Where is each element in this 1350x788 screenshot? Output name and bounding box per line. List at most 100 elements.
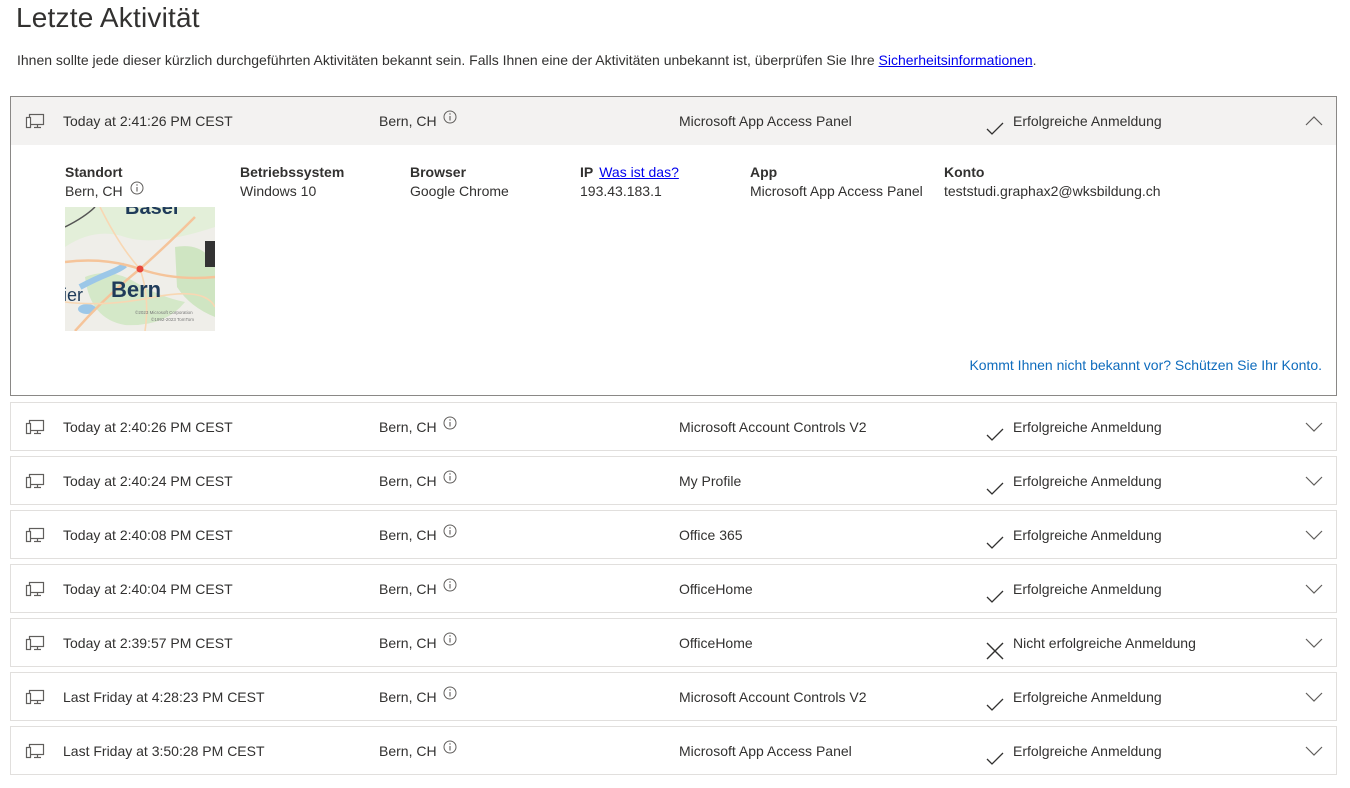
- detail-browser: Browser Google Chrome: [410, 164, 509, 199]
- checkmark-icon: [985, 740, 1005, 766]
- activity-row[interactable]: Today at 2:40:26 PM CEST Bern, CH Microsof…: [11, 403, 1336, 451]
- chevron-down-icon[interactable]: [1305, 457, 1323, 505]
- checkmark-icon: [985, 416, 1005, 442]
- svg-text:Bern: Bern: [111, 277, 161, 302]
- activity-status: Erfolgreiche Anmeldung: [985, 97, 1162, 145]
- checkmark-icon: [985, 524, 1005, 550]
- page-title: Letzte Aktivität: [16, 2, 200, 33]
- svg-text:©2023 Microsoft Corporation: ©2023 Microsoft Corporation: [135, 309, 193, 315]
- info-icon[interactable]: [443, 671, 457, 719]
- computer-icon: [25, 673, 45, 721]
- activity-status: Erfolgreiche Anmeldung: [985, 403, 1162, 451]
- activity-row-header[interactable]: Today at 2:41:26 PM CEST Bern, CH Micros…: [11, 97, 1336, 145]
- activity-card: Today at 2:40:26 PM CEST Bern, CH Microsof…: [10, 402, 1337, 451]
- chevron-down-icon[interactable]: [1305, 727, 1323, 775]
- activity-time: Today at 2:41:26 PM CEST: [63, 113, 233, 129]
- activity-app: My Profile: [679, 473, 742, 489]
- activity-location: Bern, CH: [379, 727, 457, 775]
- activity-row[interactable]: Today at 2:40:24 PM CEST Bern, CH My Profi…: [11, 457, 1336, 505]
- activity-row[interactable]: Today at 2:40:04 PM CEST Bern, CH OfficeHo…: [11, 565, 1336, 613]
- computer-icon: [25, 565, 45, 613]
- info-icon[interactable]: [443, 95, 457, 143]
- security-info-link[interactable]: Sicherheitsinformationen: [879, 52, 1033, 68]
- activity-time: Last Friday at 3:50:28 PM CEST: [63, 743, 265, 759]
- activity-card: Last Friday at 4:28:23 PM CEST Bern, CH Mi…: [10, 672, 1337, 721]
- info-icon[interactable]: [443, 401, 457, 449]
- info-icon[interactable]: [443, 455, 457, 503]
- checkmark-icon: [985, 110, 1005, 136]
- ip-help-link[interactable]: Was ist das?: [599, 164, 679, 180]
- activity-location: Bern, CH: [379, 619, 457, 667]
- computer-icon: [25, 727, 45, 775]
- activity-card: Today at 2:40:08 PM CEST Bern, CH Office 3…: [10, 510, 1337, 559]
- activity-status: Nicht erfolgreiche Anmeldung: [985, 619, 1196, 667]
- computer-icon: [25, 619, 45, 667]
- activity-row[interactable]: Today at 2:40:08 PM CEST Bern, CH Office 3…: [11, 511, 1336, 559]
- svg-text:lier: lier: [65, 285, 83, 305]
- activity-card: Last Friday at 3:50:28 PM CEST Bern, CH Mi…: [10, 726, 1337, 775]
- activity-row[interactable]: Today at 2:39:57 PM CEST Bern, CH OfficeHo…: [11, 619, 1336, 667]
- computer-icon: [25, 403, 45, 451]
- activity-card: Today at 2:40:04 PM CEST Bern, CH OfficeHo…: [10, 564, 1337, 613]
- detail-os: Betriebssystem Windows 10: [240, 164, 345, 199]
- activity-location: Bern, CH: [379, 673, 457, 721]
- info-icon[interactable]: [443, 563, 457, 611]
- cross-icon: [985, 632, 1005, 660]
- svg-text:©1992-2023 TomTom: ©1992-2023 TomTom: [151, 316, 194, 322]
- activity-card: Today at 2:40:24 PM CEST Bern, CH My Profi…: [10, 456, 1337, 505]
- activity-card: Today at 2:39:57 PM CEST Bern, CH OfficeHo…: [10, 618, 1337, 667]
- chevron-down-icon[interactable]: [1305, 403, 1323, 451]
- info-icon[interactable]: [130, 181, 144, 200]
- activity-app: OfficeHome: [679, 581, 753, 597]
- activity-time: Today at 2:40:24 PM CEST: [63, 473, 233, 489]
- activity-time: Last Friday at 4:28:23 PM CEST: [63, 689, 265, 705]
- activity-time: Today at 2:40:26 PM CEST: [63, 419, 233, 435]
- activity-app: Microsoft App Access Panel: [679, 113, 852, 129]
- detail-konto: Konto teststudi.graphax2@wksbildung.ch: [944, 164, 1161, 199]
- activity-details: Standort Bern, CH Betriebssystem Windows…: [11, 145, 1336, 395]
- activity-location: Bern, CH: [379, 97, 457, 145]
- chevron-down-icon[interactable]: [1305, 565, 1323, 613]
- computer-icon: [25, 97, 45, 145]
- activity-status: Erfolgreiche Anmeldung: [985, 727, 1162, 775]
- activity-location: Bern, CH: [379, 511, 457, 559]
- activity-row[interactable]: Last Friday at 4:28:23 PM CEST Bern, CH Mi…: [11, 673, 1336, 721]
- checkmark-icon: [985, 470, 1005, 496]
- computer-icon: [25, 457, 45, 505]
- activity-location: Bern, CH: [379, 403, 457, 451]
- activity-status: Erfolgreiche Anmeldung: [985, 511, 1162, 559]
- chevron-up-icon[interactable]: [1305, 97, 1323, 145]
- activity-card-expanded: Today at 2:41:26 PM CEST Bern, CH Micros…: [10, 96, 1337, 396]
- activity-status: Erfolgreiche Anmeldung: [985, 565, 1162, 613]
- info-icon[interactable]: [443, 725, 457, 773]
- activity-status: Erfolgreiche Anmeldung: [985, 457, 1162, 505]
- svg-text:Basel: Basel: [125, 207, 178, 219]
- activity-location: Bern, CH: [379, 457, 457, 505]
- info-icon[interactable]: [443, 509, 457, 557]
- chevron-down-icon[interactable]: [1305, 619, 1323, 667]
- info-icon[interactable]: [443, 617, 457, 665]
- activity-time: Today at 2:40:08 PM CEST: [63, 527, 233, 543]
- activity-status: Erfolgreiche Anmeldung: [985, 673, 1162, 721]
- activity-app: Microsoft Account Controls V2: [679, 419, 867, 435]
- activity-time: Today at 2:40:04 PM CEST: [63, 581, 233, 597]
- activity-app: Microsoft App Access Panel: [679, 743, 852, 759]
- chevron-down-icon[interactable]: [1305, 511, 1323, 559]
- recent-activity-page: Letzte Aktivität Ihnen sollte jede diese…: [0, 0, 1350, 782]
- location-map: Basel lier Bern ©2023 Microsoft Corporat…: [65, 207, 215, 331]
- activity-app: Office 365: [679, 527, 743, 543]
- checkmark-icon: [985, 686, 1005, 712]
- activity-app: Microsoft Account Controls V2: [679, 689, 867, 705]
- activity-time: Today at 2:39:57 PM CEST: [63, 635, 233, 651]
- chevron-down-icon[interactable]: [1305, 673, 1323, 721]
- intro-text: Ihnen sollte jede dieser kürzlich durchg…: [17, 52, 1037, 68]
- computer-icon: [25, 511, 45, 559]
- detail-app: App Microsoft App Access Panel: [750, 164, 923, 199]
- detail-ip: IP Was ist das? 193.43.183.1: [580, 164, 679, 199]
- checkmark-icon: [985, 578, 1005, 604]
- activity-location: Bern, CH: [379, 565, 457, 613]
- activity-row[interactable]: Last Friday at 3:50:28 PM CEST Bern, CH Mi…: [11, 727, 1336, 775]
- protect-account-link[interactable]: Kommt Ihnen nicht bekannt vor? Schützen …: [969, 357, 1322, 373]
- detail-standort: Standort Bern, CH: [65, 163, 144, 202]
- activity-app: OfficeHome: [679, 635, 753, 651]
